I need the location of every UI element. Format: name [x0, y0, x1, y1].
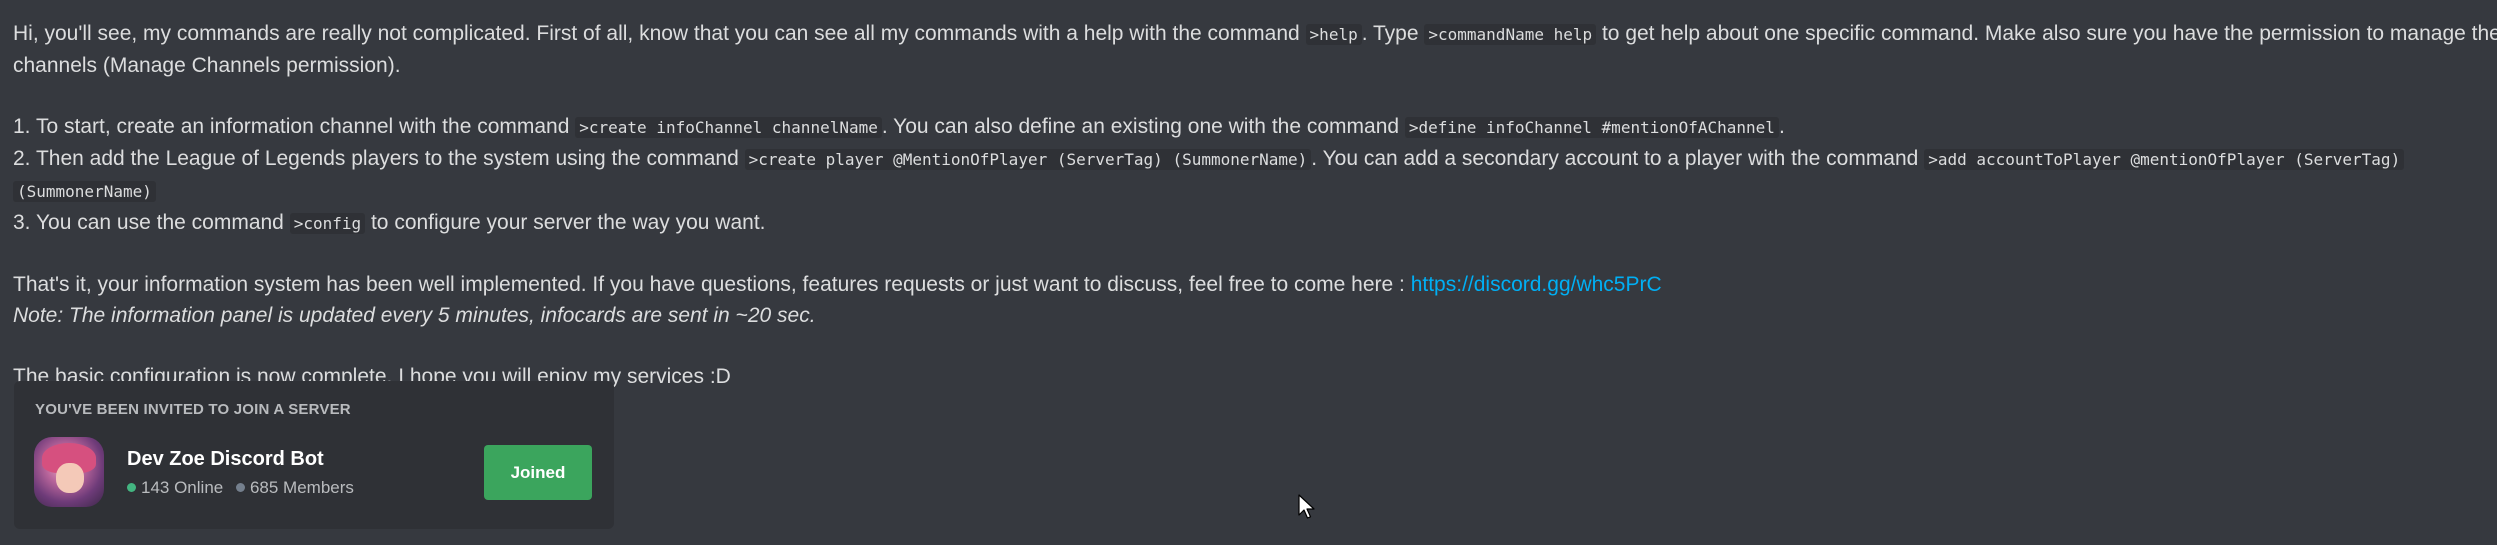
mouse-pointer-icon — [1298, 494, 1315, 519]
step-2-text-a: 2. Then add the League of Legends player… — [13, 147, 745, 170]
bot-message: Hi, you'll see, my commands are really n… — [13, 18, 2497, 392]
step-1-text-c: . — [1778, 115, 1785, 138]
members-count: 685 Members — [249, 478, 354, 497]
create-infochannel-code: >create infoChannel channelName — [575, 117, 882, 138]
server-avatar-icon[interactable] — [34, 437, 104, 507]
invite-header: YOU'VE BEEN INVITED TO JOIN A SERVER — [35, 401, 351, 418]
note-line: Note: The information panel is updated e… — [13, 304, 816, 327]
specific-help-command-code: >commandName help — [1424, 24, 1597, 45]
step-2-line: 2. Then add the League of Legends player… — [13, 143, 2483, 175]
config-command-code: >config — [289, 213, 366, 234]
intro-text-3: to get help about one specific command. … — [1596, 22, 2497, 45]
create-player-code: >create player @MentionOfPlayer (ServerT… — [744, 149, 1312, 170]
server-invite-card: YOU'VE BEEN INVITED TO JOIN A SERVER Dev… — [14, 381, 614, 529]
intro-text-2: . Type — [1361, 22, 1425, 45]
online-dot-icon — [127, 483, 136, 493]
discord-invite-link[interactable]: https://discord.gg/whc5PrC — [1411, 273, 1662, 296]
intro-line-2: channels (Manage Channels permission). — [13, 54, 401, 77]
step-1-line: 1. To start, create an information chann… — [13, 111, 2483, 143]
add-account-code: >add accountToPlayer @mentionOfPlayer (S… — [1924, 149, 2405, 170]
server-stats: 143 Online 685 Members — [127, 478, 354, 498]
step-3-line: 3. You can use the command >config to co… — [13, 207, 2483, 239]
step-1-text-a: 1. To start, create an information chann… — [13, 115, 576, 138]
outro-text: That's it, your information system has b… — [13, 273, 1411, 296]
help-command-code: >help — [1305, 24, 1362, 45]
step-2-text-b: . You can add a secondary account to a p… — [1311, 147, 1925, 170]
intro-text-1: Hi, you'll see, my commands are really n… — [13, 22, 1306, 45]
step-3-text-b: to configure your server the way you wan… — [365, 211, 766, 234]
server-name[interactable]: Dev Zoe Discord Bot — [127, 448, 324, 471]
add-account-code-cont: (SummonerName) — [13, 181, 156, 202]
step-2-line-cont: (SummonerName) — [13, 175, 2483, 207]
intro-line-1: Hi, you'll see, my commands are really n… — [13, 18, 2497, 50]
step-1-text-b: . You can also define an existing one wi… — [881, 115, 1405, 138]
outro-line: That's it, your information system has b… — [13, 269, 2483, 300]
avatar-face-shape — [56, 463, 84, 493]
online-count: 143 Online — [141, 478, 224, 497]
step-3-text-a: 3. You can use the command — [13, 211, 290, 234]
define-infochannel-code: >define infoChannel #mentionOfAChannel — [1404, 117, 1779, 138]
joined-button[interactable]: Joined — [484, 445, 592, 500]
members-dot-icon — [235, 483, 245, 493]
